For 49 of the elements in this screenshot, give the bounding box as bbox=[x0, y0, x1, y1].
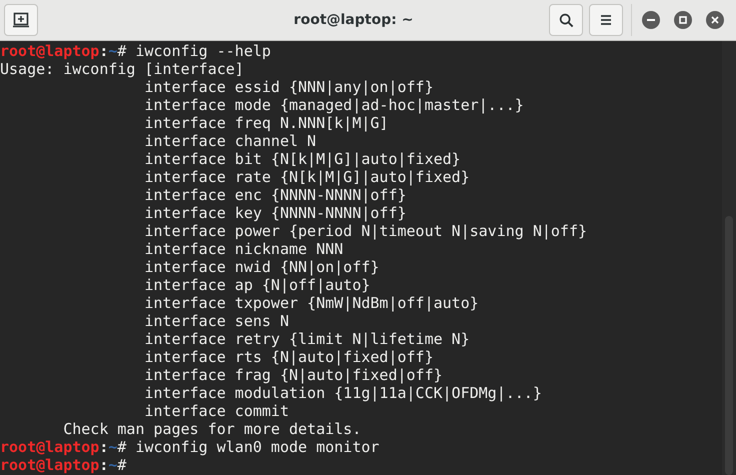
output-line: interface txpower {NmW|NdBm|off|auto} bbox=[143, 294, 479, 312]
command-text: iwconfig wlan0 mode monitor bbox=[134, 438, 380, 456]
prompt-separator: : bbox=[99, 456, 108, 474]
output-line: interface commit bbox=[143, 402, 289, 420]
maximize-button[interactable] bbox=[674, 11, 692, 29]
output-line: Usage: iwconfig [interface] bbox=[0, 60, 244, 78]
new-tab-button[interactable] bbox=[4, 4, 38, 36]
maximize-icon bbox=[679, 16, 687, 24]
output-line: interface nickname NNN bbox=[143, 240, 344, 258]
output-line: interface power {period N|timeout N|saving N|off} bbox=[143, 222, 587, 240]
prompt-user: root@laptop bbox=[0, 456, 100, 474]
output-line: interface essid {NNN|any|on|off} bbox=[143, 78, 434, 96]
menu-button[interactable] bbox=[589, 4, 623, 36]
output-line: interface retry {limit N|lifetime N} bbox=[143, 330, 470, 348]
output-line: interface rts {N|auto|fixed|off} bbox=[143, 348, 434, 366]
prompt-symbol: # bbox=[117, 456, 126, 474]
output-line: interface mode {managed|ad-hoc|master|...} bbox=[143, 96, 524, 114]
search-icon bbox=[558, 12, 574, 28]
output-line: interface nwid {NN|on|off} bbox=[143, 258, 380, 276]
output-line: interface frag {N|auto|fixed|off} bbox=[143, 366, 443, 384]
minimize-button[interactable] bbox=[642, 11, 660, 29]
output-line: interface sens N bbox=[143, 312, 289, 330]
output-line: interface channel N bbox=[143, 132, 316, 150]
menu-icon bbox=[599, 14, 613, 26]
output-line: interface key {NNNN-NNNN|off} bbox=[143, 204, 406, 222]
command-text: iwconfig --help bbox=[134, 42, 271, 60]
output-line: interface rate {N[k|M|G]|auto|fixed} bbox=[143, 168, 470, 186]
output-line: interface ap {N|off|auto} bbox=[143, 276, 370, 294]
close-icon bbox=[711, 16, 719, 24]
prompt-path: ~ bbox=[108, 42, 118, 60]
prompt-symbol: # bbox=[117, 438, 126, 456]
prompt-user: root@laptop bbox=[0, 438, 100, 456]
prompt-path: ~ bbox=[108, 456, 118, 474]
scrollbar[interactable] bbox=[722, 41, 736, 475]
output-line: interface enc {NNNN-NNNN|off} bbox=[143, 186, 406, 204]
output-line: interface bit {N[k|M|G]|auto|fixed} bbox=[143, 150, 461, 168]
search-button[interactable] bbox=[549, 4, 583, 36]
prompt-symbol: # bbox=[117, 42, 126, 60]
prompt-separator: : bbox=[99, 42, 108, 60]
prompt-path: ~ bbox=[108, 438, 118, 456]
output-line: Check man pages for more details. bbox=[62, 420, 362, 438]
new-tab-icon bbox=[13, 12, 29, 28]
close-button[interactable] bbox=[706, 11, 724, 29]
minimize-icon bbox=[647, 19, 655, 21]
prompt-separator: : bbox=[99, 438, 108, 456]
window-title: root@laptop: ~ bbox=[294, 10, 414, 30]
output-line: interface freq N.NNN[k|M|G] bbox=[143, 114, 388, 132]
output-line: interface modulation {11g|11a|CCK|OFDMg|...} bbox=[143, 384, 542, 402]
prompt-user: root@laptop bbox=[0, 42, 100, 60]
